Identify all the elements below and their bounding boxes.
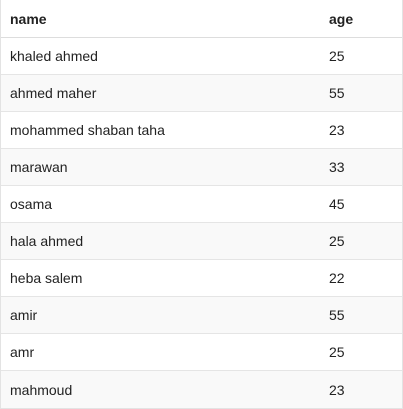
name-cell: osama <box>10 196 53 212</box>
column-header-age[interactable]: age <box>320 11 353 27</box>
age-cell: 25 <box>329 233 345 249</box>
age-cell: 55 <box>329 307 345 323</box>
name-cell: heba salem <box>10 270 83 286</box>
table-row: amr 25 <box>1 334 402 371</box>
table-header-row: name age <box>1 0 402 38</box>
table-row: ahmed maher 55 <box>1 75 402 112</box>
age-cell: 33 <box>329 159 345 175</box>
age-cell: 25 <box>329 344 345 360</box>
name-cell: marawan <box>10 159 68 175</box>
name-cell: amir <box>10 307 38 323</box>
table-row: mahmoud 23 <box>1 371 402 408</box>
age-cell: 45 <box>329 196 345 212</box>
table-row: khaled ahmed 25 <box>1 38 402 75</box>
table-row: heba salem 22 <box>1 260 402 297</box>
name-cell: mohammed shaban taha <box>10 122 165 138</box>
column-header-name[interactable]: name <box>1 11 320 27</box>
age-cell: 23 <box>329 122 345 138</box>
name-cell: khaled ahmed <box>10 48 98 64</box>
age-cell: 25 <box>329 48 345 64</box>
table-row: amir 55 <box>1 297 402 334</box>
table-row: mohammed shaban taha 23 <box>1 112 402 149</box>
age-cell: 22 <box>329 270 345 286</box>
people-table: name age khaled ahmed 25 ahmed maher 55 … <box>0 0 403 409</box>
name-cell: ahmed maher <box>10 85 97 101</box>
table-row: hala ahmed 25 <box>1 223 402 260</box>
table-row: marawan 33 <box>1 149 402 186</box>
table-row: osama 45 <box>1 186 402 223</box>
name-cell: mahmoud <box>10 381 73 398</box>
age-cell: 55 <box>329 85 345 101</box>
age-cell: 23 <box>329 381 345 398</box>
name-cell: amr <box>10 344 35 360</box>
name-cell: hala ahmed <box>10 233 84 249</box>
